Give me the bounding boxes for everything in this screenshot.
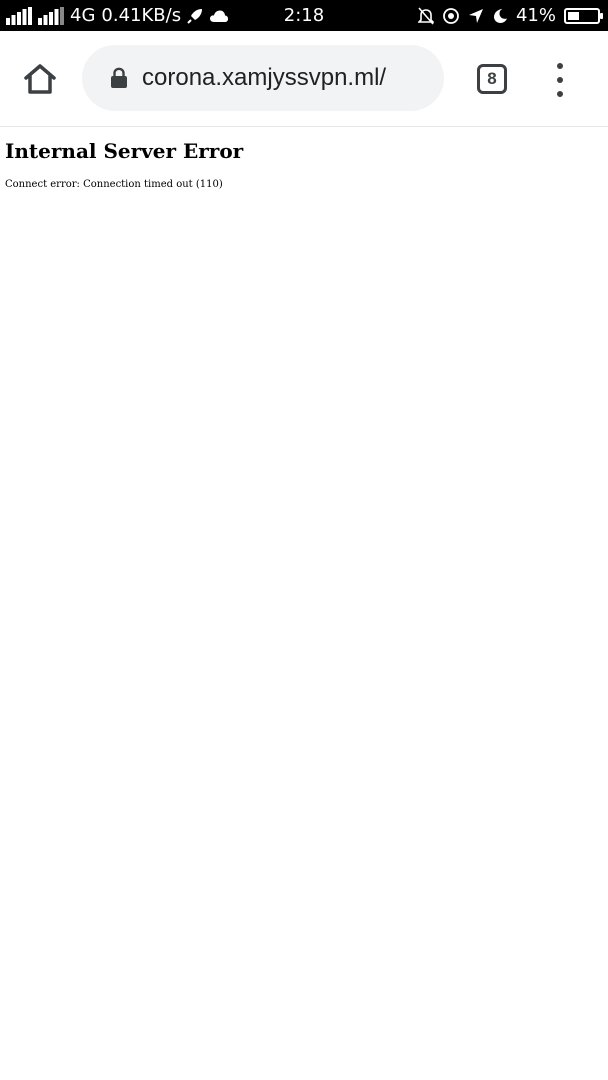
tab-switcher-button[interactable]: 8 <box>477 64 507 94</box>
home-icon <box>24 64 56 94</box>
error-message: Connect error: Connection timed out (110… <box>5 179 223 190</box>
cloud-icon <box>210 10 229 22</box>
address-bar[interactable]: corona.xamjyssvpn.ml/ <box>82 45 444 111</box>
mute-bell-icon <box>417 6 434 25</box>
data-saver-icon <box>443 7 459 24</box>
signal-strength-2-icon <box>38 6 64 25</box>
menu-dot-icon <box>557 77 563 83</box>
browser-toolbar: corona.xamjyssvpn.ml/ 8 <box>0 31 608 127</box>
status-time: 2:18 <box>283 5 325 26</box>
moon-icon <box>493 8 507 23</box>
network-type: 4G <box>70 5 96 26</box>
status-bar: 4G 0.41KB/s 2:18 41% <box>0 0 608 31</box>
overflow-menu-button[interactable] <box>548 63 572 97</box>
status-bar-right: 41% <box>417 0 603 31</box>
network-speed: 0.41KB/s <box>101 5 182 26</box>
battery-level <box>568 11 579 20</box>
location-icon <box>468 8 483 23</box>
menu-dot-icon <box>557 63 563 69</box>
rocket-icon <box>187 8 203 24</box>
url-text[interactable]: corona.xamjyssvpn.ml/ <box>142 64 386 92</box>
battery-percent: 41% <box>515 5 556 26</box>
signal-strength-icon <box>6 6 32 25</box>
home-button[interactable] <box>20 59 60 99</box>
page-content: Internal Server Error Connect error: Con… <box>0 127 608 1080</box>
battery-icon <box>564 7 603 24</box>
menu-dot-icon <box>557 91 563 97</box>
lock-icon[interactable] <box>110 67 128 89</box>
page-title: Internal Server Error <box>5 139 244 163</box>
status-bar-left: 4G 0.41KB/s <box>6 0 229 31</box>
